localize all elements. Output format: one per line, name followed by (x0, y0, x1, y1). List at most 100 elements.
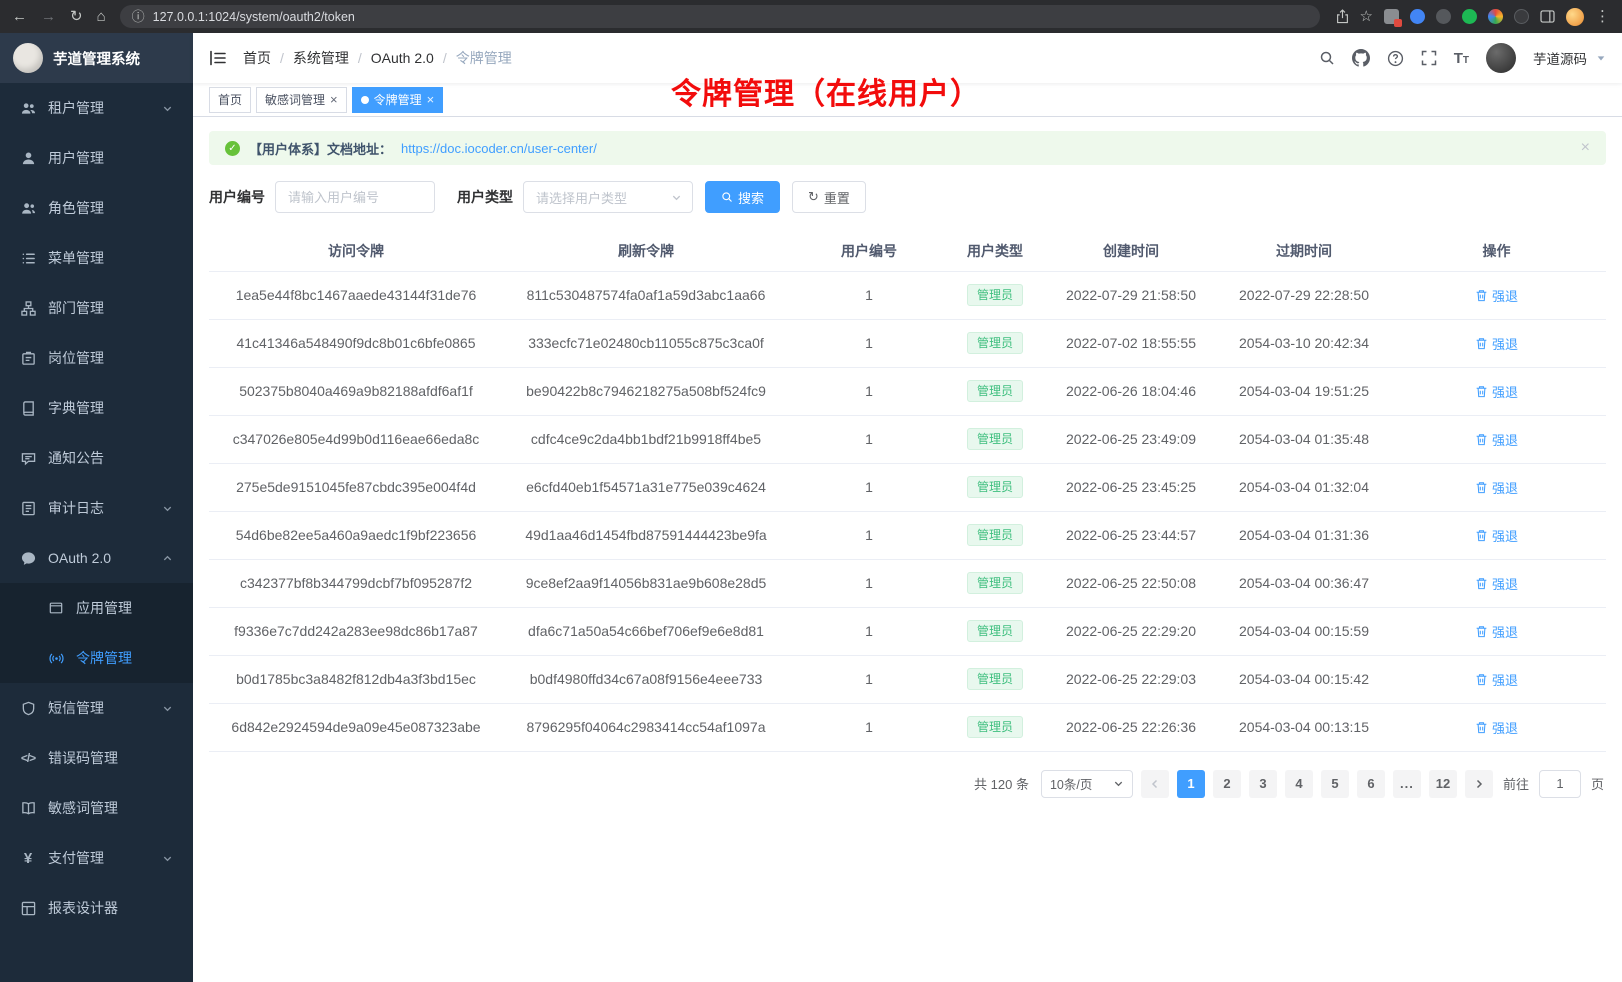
reset-button[interactable]: ↻ 重置 (792, 181, 866, 213)
access-token-cell: 275e5de9151045fe87cbdc395e004f4d (209, 463, 503, 511)
page-button-3[interactable]: 3 (1249, 770, 1277, 798)
sidebar-item-tenant[interactable]: 租户管理 (0, 83, 193, 133)
delete-icon (1475, 625, 1488, 638)
sidebar-item-label: 敏感词管理 (48, 798, 118, 818)
doc-link[interactable]: https://doc.iocoder.cn/user-center/ (401, 141, 597, 156)
tenant-icon (20, 101, 36, 116)
extension-blue-icon[interactable] (1410, 9, 1425, 24)
sidebar-item-role[interactable]: 角色管理 (0, 183, 193, 233)
close-icon[interactable]: × (427, 93, 435, 106)
page-size-select[interactable]: 10条/页 (1041, 770, 1133, 798)
force-logout-button[interactable]: 强退 (1475, 574, 1518, 593)
sidebar-item-sms[interactable]: 短信管理 (0, 683, 193, 733)
close-icon[interactable]: × (1581, 140, 1590, 156)
extension-gray-icon[interactable] (1514, 9, 1529, 24)
force-logout-button[interactable]: 强退 (1475, 670, 1518, 689)
breadcrumb-item[interactable]: 系统管理 (293, 48, 349, 68)
force-logout-button[interactable]: 强退 (1475, 718, 1518, 737)
caret-down-icon[interactable] (1596, 53, 1606, 63)
sidebar-item-post[interactable]: 岗位管理 (0, 333, 193, 383)
page-button-12[interactable]: 12 (1429, 770, 1457, 798)
refresh-token-cell: be90422b8c7946218275a508bf524fc9 (503, 367, 789, 415)
hamburger-icon[interactable] (209, 50, 227, 66)
tab-sensitive-word[interactable]: 敏感词管理× (256, 87, 347, 113)
forward-icon[interactable]: → (41, 9, 56, 24)
expire-time-cell: 2054-03-04 01:35:48 (1221, 415, 1387, 463)
tab-home[interactable]: 首页 (209, 87, 251, 113)
force-logout-button[interactable]: 强退 (1475, 622, 1518, 641)
page-button-2[interactable]: 2 (1213, 770, 1241, 798)
sidebar-item-audit-log[interactable]: 审计日志 (0, 483, 193, 533)
force-logout-button[interactable]: 强退 (1475, 526, 1518, 545)
sidebar-item-label: 岗位管理 (48, 348, 104, 368)
close-icon[interactable]: × (330, 93, 338, 106)
fullscreen-icon[interactable] (1421, 50, 1437, 66)
sidebar-item-menu[interactable]: 菜单管理 (0, 233, 193, 283)
browser-nav-buttons: ← → ↻ ⌂ (12, 9, 106, 24)
page-button-4[interactable]: 4 (1285, 770, 1313, 798)
sidebar-item-oauth2[interactable]: OAuth 2.0 (0, 533, 193, 583)
delete-icon (1475, 385, 1488, 398)
extension-dark-icon[interactable] (1436, 9, 1451, 24)
breadcrumb-item[interactable]: 首页 (243, 48, 271, 68)
alert-title: 【用户体系】文档地址： (249, 139, 392, 158)
share-icon[interactable] (1336, 9, 1349, 24)
more-menu-icon[interactable]: ⋮ (1595, 9, 1610, 24)
github-icon[interactable] (1352, 49, 1370, 67)
app-logo[interactable]: 芋道管理系统 (0, 33, 193, 83)
profile-avatar[interactable] (1566, 8, 1584, 26)
force-logout-button[interactable]: 强退 (1475, 382, 1518, 401)
sidebar-item-dept[interactable]: 部门管理 (0, 283, 193, 333)
sidebar-item-dict[interactable]: 字典管理 (0, 383, 193, 433)
table-row: 41c41346a548490f9dc8b01c6bfe0865 333ecfc… (209, 319, 1606, 367)
url-bar[interactable]: ⓘ 127.0.0.1:1024/system/oauth2/token (120, 5, 1320, 28)
sidebar-item-oauth2-token[interactable]: 令牌管理 (0, 633, 193, 683)
user-id-input[interactable] (275, 181, 435, 213)
access-token-cell: 6d842e2924594de9a09e45e087323abe (209, 703, 503, 751)
sidebar-item-report[interactable]: 报表设计器 (0, 883, 193, 933)
table-row: 502375b8040a469a9b82188afdf6af1f be90422… (209, 367, 1606, 415)
create-time-cell: 2022-06-25 22:50:08 (1041, 559, 1221, 607)
question-icon[interactable] (1387, 50, 1404, 67)
home-icon[interactable]: ⌂ (97, 9, 106, 24)
breadcrumb-item[interactable]: OAuth 2.0 (371, 50, 434, 66)
reload-icon[interactable]: ↻ (70, 9, 83, 24)
sidebar-item-notice[interactable]: 通知公告 (0, 433, 193, 483)
back-icon[interactable]: ← (12, 9, 27, 24)
sensitive-icon (20, 801, 36, 816)
extension-color-icon[interactable] (1488, 9, 1503, 24)
extension-green-icon[interactable] (1462, 9, 1477, 24)
chevron-down-icon (162, 103, 173, 114)
column-header: 刷新令牌 (503, 231, 789, 271)
tab-oauth2-token[interactable]: 令牌管理× (352, 87, 444, 113)
sidebar-item-error-code[interactable]: </> 错误码管理 (0, 733, 193, 783)
textsize-icon[interactable]: TT (1454, 51, 1469, 66)
next-page-button[interactable] (1465, 770, 1493, 798)
page-button-1[interactable]: 1 (1177, 770, 1205, 798)
sidebar-item-pay[interactable]: ¥ 支付管理 (0, 833, 193, 883)
side-panel-icon[interactable] (1540, 10, 1555, 23)
more-pages-button[interactable]: ... (1393, 770, 1421, 798)
user-type-select[interactable]: 请选择用户类型 (523, 181, 693, 213)
force-logout-button[interactable]: 强退 (1475, 286, 1518, 305)
search-icon[interactable] (1319, 50, 1335, 66)
search-button[interactable]: 搜索 (705, 181, 780, 213)
bookmark-star-icon[interactable]: ☆ (1360, 9, 1373, 24)
force-logout-button[interactable]: 强退 (1475, 478, 1518, 497)
force-logout-button[interactable]: 强退 (1475, 430, 1518, 449)
chevron-down-icon (671, 192, 682, 203)
sidebar-item-oauth2-app[interactable]: 应用管理 (0, 583, 193, 633)
force-logout-button[interactable]: 强退 (1475, 334, 1518, 353)
search-button-label: 搜索 (738, 188, 764, 207)
site-info-icon[interactable]: ⓘ (132, 10, 145, 23)
expire-time-cell: 2054-03-04 19:51:25 (1221, 367, 1387, 415)
extension-red-badge-icon[interactable] (1384, 9, 1399, 24)
page-button-6[interactable]: 6 (1357, 770, 1385, 798)
prev-page-button[interactable] (1141, 770, 1169, 798)
sidebar-item-sensitive-word[interactable]: 敏感词管理 (0, 783, 193, 833)
page-button-5[interactable]: 5 (1321, 770, 1349, 798)
doc-alert: ✓ 【用户体系】文档地址： https://doc.iocoder.cn/use… (209, 131, 1606, 165)
user-avatar[interactable] (1486, 43, 1516, 73)
sidebar-item-user[interactable]: 用户管理 (0, 133, 193, 183)
goto-page-input[interactable] (1539, 770, 1581, 798)
